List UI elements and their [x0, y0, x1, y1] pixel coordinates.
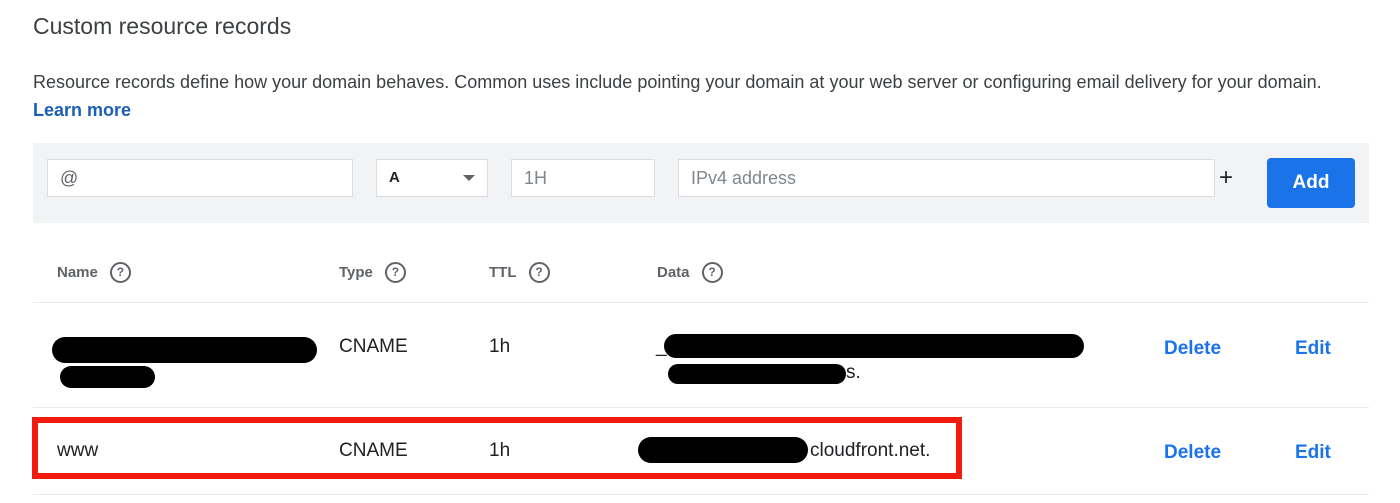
ttl-input[interactable]: [524, 161, 642, 196]
help-icon[interactable]: ?: [109, 262, 131, 283]
column-header-data: Data ?: [657, 262, 723, 283]
highlight-box: [32, 417, 962, 479]
redaction-mark: [52, 337, 317, 363]
help-icon[interactable]: ?: [528, 262, 550, 283]
name-field[interactable]: [47, 159, 353, 197]
edit-button[interactable]: Edit: [1295, 338, 1331, 360]
help-icon[interactable]: ?: [701, 262, 723, 283]
redaction-mark: [60, 366, 155, 388]
add-more-data-button[interactable]: +: [1219, 164, 1233, 192]
chevron-down-icon: [463, 175, 475, 181]
divider: [33, 302, 1369, 303]
redaction-mark: [668, 364, 846, 384]
learn-more-link[interactable]: Learn more: [33, 100, 131, 120]
add-button[interactable]: Add: [1267, 158, 1355, 208]
type-select[interactable]: A: [376, 159, 488, 197]
record-type: CNAME: [339, 336, 408, 357]
record-data-suffix: s.: [846, 362, 861, 383]
help-icon[interactable]: ?: [384, 262, 406, 283]
divider: [33, 494, 1369, 495]
redaction-mark: [664, 334, 1084, 358]
record-ttl: 1h: [489, 336, 511, 357]
data-field[interactable]: [678, 159, 1215, 197]
column-header-type-label: Type: [339, 264, 373, 281]
data-input[interactable]: [691, 161, 1202, 196]
column-header-name: Name ?: [57, 262, 131, 283]
column-header-data-label: Data: [657, 264, 690, 281]
add-record-bar: A + Add: [33, 143, 1369, 223]
type-select-value: A: [389, 169, 400, 186]
name-input[interactable]: [60, 161, 340, 196]
delete-button[interactable]: Delete: [1164, 442, 1221, 464]
column-header-name-label: Name: [57, 264, 98, 281]
column-header-ttl-label: TTL: [489, 264, 517, 281]
section-description: Resource records define how your domain …: [33, 68, 1363, 124]
column-header-type: Type ?: [339, 262, 406, 283]
divider: [33, 407, 1369, 408]
description-text: Resource records define how your domain …: [33, 72, 1322, 92]
column-header-ttl: TTL ?: [489, 262, 550, 283]
edit-button[interactable]: Edit: [1295, 442, 1331, 464]
ttl-field[interactable]: [511, 159, 655, 197]
section-title: Custom resource records: [33, 13, 292, 39]
delete-button[interactable]: Delete: [1164, 338, 1221, 360]
